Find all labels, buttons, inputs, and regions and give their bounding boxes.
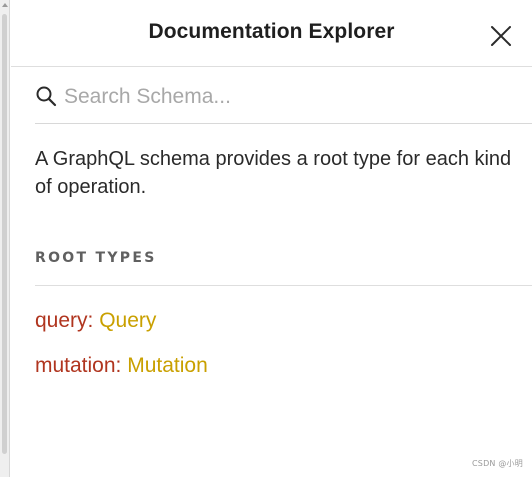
panel-title: Documentation Explorer bbox=[148, 20, 395, 43]
field-separator: : bbox=[115, 354, 122, 377]
scrollbar-thumb[interactable] bbox=[2, 14, 7, 454]
root-types-heading: ROOT TYPES bbox=[35, 250, 157, 266]
watermark: CSDN @小明 bbox=[472, 459, 523, 468]
root-type-query: query: Query bbox=[35, 309, 156, 333]
search-bar bbox=[35, 74, 532, 124]
close-button[interactable] bbox=[488, 23, 514, 49]
section-divider bbox=[35, 285, 532, 286]
search-input[interactable] bbox=[64, 81, 504, 113]
schema-description: A GraphQL schema provides a root type fo… bbox=[35, 148, 512, 198]
scrollbar[interactable] bbox=[0, 0, 10, 477]
search-icon bbox=[35, 85, 57, 107]
type-link-query[interactable]: Query bbox=[99, 309, 156, 332]
documentation-explorer-window: Documentation Explorer A GraphQL schema … bbox=[0, 0, 532, 477]
field-name: query bbox=[35, 309, 88, 332]
field-separator: : bbox=[87, 309, 94, 332]
field-name: mutation bbox=[35, 354, 116, 377]
root-type-mutation: mutation: Mutation bbox=[35, 354, 208, 378]
close-icon bbox=[491, 26, 511, 46]
doc-explorer-header: Documentation Explorer bbox=[11, 0, 532, 67]
doc-explorer-panel: Documentation Explorer A GraphQL schema … bbox=[11, 0, 532, 477]
type-link-mutation[interactable]: Mutation bbox=[127, 354, 208, 377]
scroll-up-arrow-icon[interactable] bbox=[2, 3, 8, 7]
